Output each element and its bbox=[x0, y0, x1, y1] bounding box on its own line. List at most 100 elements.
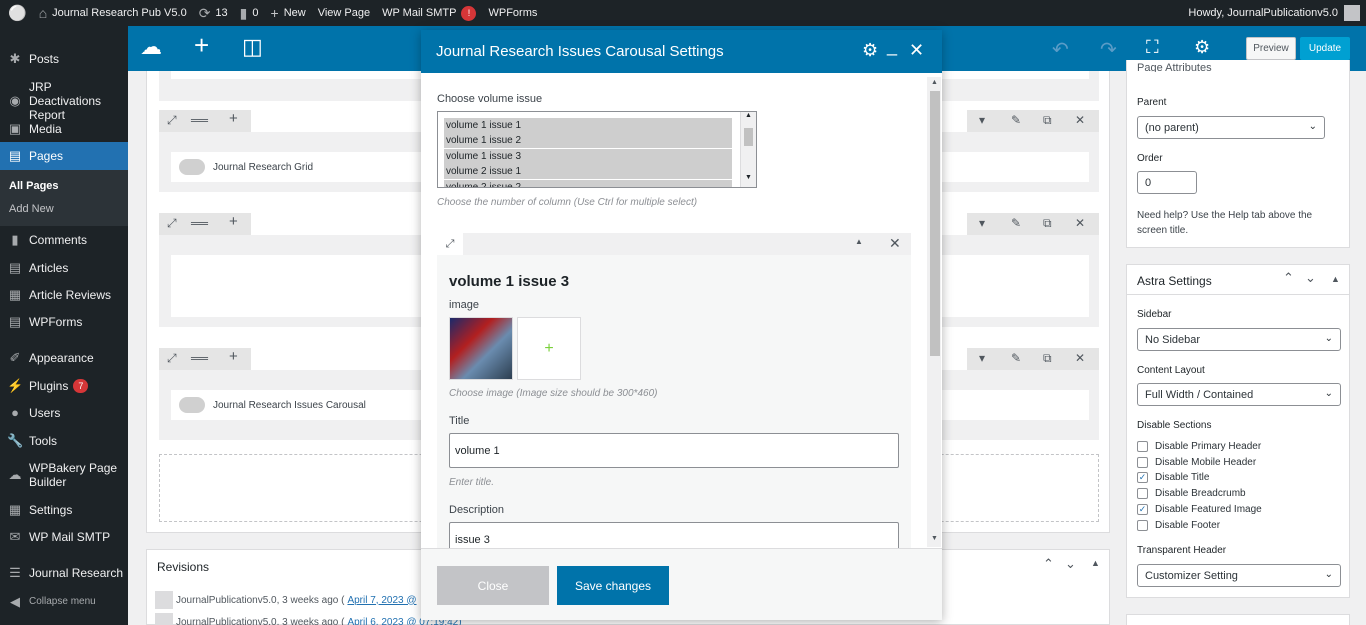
update-button[interactable]: Update bbox=[1300, 37, 1350, 60]
caret-down-icon[interactable]: ▾ bbox=[979, 113, 985, 127]
selected-image-thumbnail[interactable] bbox=[449, 317, 513, 380]
modal-scrollbar[interactable]: ▲ ▼ bbox=[927, 77, 941, 547]
checkbox-box[interactable] bbox=[1137, 441, 1148, 452]
check-icon[interactable]: ✓ bbox=[1137, 472, 1148, 483]
add-column-icon[interactable]: + bbox=[229, 213, 238, 230]
sidebar-item-comments[interactable]: ▮ Comments bbox=[0, 233, 128, 248]
sidebar-select[interactable]: No Sidebar ⌄ bbox=[1137, 328, 1341, 351]
edit-icon[interactable]: ✎ bbox=[1011, 113, 1021, 127]
new-content-link[interactable]: + New bbox=[265, 0, 312, 26]
clone-icon[interactable]: ⧉ bbox=[1043, 351, 1052, 366]
check-icon[interactable]: ✓ bbox=[1137, 504, 1148, 515]
gear-icon[interactable]: ⚙ bbox=[862, 40, 878, 61]
sidebar-item-pages[interactable]: ▤ Pages bbox=[0, 142, 128, 170]
sidebar-item-appearance[interactable]: ✐ Appearance bbox=[0, 351, 128, 366]
remove-group-icon[interactable]: ✕ bbox=[889, 235, 901, 252]
move-down-icon[interactable]: ⌄ bbox=[1305, 270, 1316, 286]
toggle-panel-icon[interactable]: ▲ bbox=[1091, 558, 1100, 568]
transparent-header-select[interactable]: Customizer Setting ⌄ bbox=[1137, 564, 1341, 587]
scroll-up-icon[interactable]: ▲ bbox=[931, 79, 938, 86]
delete-icon[interactable]: ✕ bbox=[1075, 351, 1085, 365]
list-scrollbar[interactable]: ▲ ▼ bbox=[740, 112, 756, 187]
sidebar-item-wpforms[interactable]: ▤ WPForms bbox=[0, 315, 128, 330]
sidebar-item-wpbakery[interactable]: ☁ WPBakery Page Builder bbox=[0, 461, 128, 489]
volume-option[interactable]: volume 2 issue 2 bbox=[444, 180, 732, 187]
preview-button[interactable]: Preview bbox=[1246, 37, 1296, 60]
scroll-thumb[interactable] bbox=[744, 128, 753, 146]
drag-handle-icon[interactable]: ══ bbox=[191, 113, 208, 127]
volume-option[interactable]: volume 1 issue 1 bbox=[444, 118, 732, 133]
checkbox-box[interactable] bbox=[1137, 520, 1148, 531]
checkbox-disable-title[interactable]: ✓ Disable Title bbox=[1137, 472, 1209, 483]
close-button[interactable]: Close bbox=[437, 566, 549, 605]
sidebar-item-users[interactable]: ● Users bbox=[0, 406, 128, 421]
expand-icon[interactable]: ⤢ bbox=[167, 351, 177, 366]
redo-icon[interactable]: ↷ bbox=[1100, 37, 1117, 62]
sidebar-item-settings[interactable]: ▦ Settings bbox=[0, 503, 128, 518]
submenu-add-new[interactable]: Add New bbox=[9, 203, 54, 215]
order-input[interactable]: 0 bbox=[1137, 171, 1197, 194]
wpforms-link[interactable]: WPForms bbox=[482, 0, 543, 26]
edit-icon[interactable]: ✎ bbox=[1011, 216, 1021, 230]
account-menu[interactable]: Howdy, JournalPublicationv5.0 bbox=[1188, 0, 1360, 26]
site-name-link[interactable]: ⌂ Journal Research Pub V5.0 bbox=[33, 0, 193, 26]
expand-icon[interactable]: ⤢ bbox=[167, 216, 177, 231]
parent-select[interactable]: (no parent) ⌄ bbox=[1137, 116, 1325, 139]
submenu-all-pages[interactable]: All Pages bbox=[9, 180, 59, 192]
caret-down-icon[interactable]: ▾ bbox=[979, 216, 985, 230]
expand-icon[interactable]: ⤢ bbox=[167, 113, 177, 128]
volume-issue-multiselect[interactable]: volume 1 issue 1 volume 1 issue 2 volume… bbox=[437, 111, 757, 188]
checkbox-disable-footer[interactable]: Disable Footer bbox=[1137, 520, 1220, 531]
title-input[interactable]: volume 1 bbox=[449, 433, 899, 468]
sidebar-item-journal-research[interactable]: ☰ Journal Research bbox=[0, 566, 128, 581]
revision-link[interactable]: April 7, 2023 @ bbox=[347, 595, 416, 606]
page-settings-gear-icon[interactable]: ⚙ bbox=[1194, 37, 1210, 58]
caret-down-icon[interactable]: ▾ bbox=[979, 351, 985, 365]
delete-icon[interactable]: ✕ bbox=[1075, 113, 1085, 127]
sidebar-item-deactivations[interactable]: ◉ JRP Deactivations Report bbox=[0, 80, 128, 122]
add-column-icon[interactable]: + bbox=[229, 110, 238, 127]
sidebar-item-media[interactable]: ▣ Media bbox=[0, 122, 128, 137]
scroll-thumb[interactable] bbox=[930, 91, 940, 356]
volume-option[interactable]: volume 1 issue 3 bbox=[444, 149, 732, 164]
undo-icon[interactable]: ↶ bbox=[1052, 37, 1069, 62]
scroll-down-icon[interactable]: ▼ bbox=[745, 174, 752, 181]
clone-icon[interactable]: ⧉ bbox=[1043, 113, 1052, 128]
close-icon[interactable]: ✕ bbox=[909, 40, 924, 61]
add-column-icon[interactable]: + bbox=[229, 348, 238, 365]
comments-link[interactable]: ▮ 0 bbox=[234, 0, 265, 26]
template-icon[interactable]: ◫ bbox=[242, 34, 263, 60]
checkbox-disable-primary-header[interactable]: Disable Primary Header bbox=[1137, 441, 1261, 452]
view-page-link[interactable]: View Page bbox=[312, 0, 376, 26]
content-layout-select[interactable]: Full Width / Contained ⌄ bbox=[1137, 383, 1341, 406]
description-input[interactable]: issue 3 bbox=[449, 522, 899, 548]
move-up-icon[interactable]: ⌃ bbox=[1283, 270, 1294, 286]
sidebar-item-articles[interactable]: ▤ Articles bbox=[0, 261, 128, 276]
volume-option[interactable]: volume 2 issue 1 bbox=[444, 164, 732, 179]
wpbakery-logo-icon[interactable]: ☁ bbox=[140, 34, 162, 60]
move-down-icon[interactable]: ⌄ bbox=[1065, 556, 1076, 572]
edit-icon[interactable]: ✎ bbox=[1011, 351, 1021, 365]
sidebar-item-plugins[interactable]: ⚡ Plugins 7 bbox=[0, 379, 128, 393]
sidebar-item-article-reviews[interactable]: ▦ Article Reviews bbox=[0, 288, 128, 303]
wp-logo-icon[interactable]: ⚪ bbox=[0, 0, 33, 26]
move-up-icon[interactable]: ⌃ bbox=[1043, 556, 1054, 572]
fullscreen-icon[interactable]: ⛶ bbox=[1146, 37, 1159, 58]
checkbox-disable-mobile-header[interactable]: Disable Mobile Header bbox=[1137, 457, 1256, 468]
checkbox-box[interactable] bbox=[1137, 488, 1148, 499]
checkbox-disable-featured-image[interactable]: ✓ Disable Featured Image bbox=[1137, 504, 1262, 515]
toggle-panel-icon[interactable]: ▲ bbox=[1331, 274, 1340, 284]
clone-icon[interactable]: ⧉ bbox=[1043, 216, 1052, 231]
minimize-icon[interactable]: _ bbox=[887, 36, 897, 57]
scroll-down-icon[interactable]: ▼ bbox=[931, 535, 938, 542]
add-image-button[interactable]: + bbox=[517, 317, 581, 380]
drag-handle-icon[interactable]: ══ bbox=[191, 216, 208, 230]
checkbox-box[interactable] bbox=[1137, 457, 1148, 468]
collapse-menu-button[interactable]: ◀ Collapse menu bbox=[0, 595, 128, 609]
checkbox-disable-breadcrumb[interactable]: Disable Breadcrumb bbox=[1137, 488, 1246, 499]
save-changes-button[interactable]: Save changes bbox=[557, 566, 669, 605]
collapse-up-icon[interactable]: ▲ bbox=[855, 237, 863, 246]
sidebar-item-tools[interactable]: 🔧 Tools bbox=[0, 434, 128, 449]
expand-icon[interactable]: ⤢ bbox=[437, 233, 463, 255]
sidebar-item-wp-mail-smtp[interactable]: ✉ WP Mail SMTP bbox=[0, 530, 128, 545]
